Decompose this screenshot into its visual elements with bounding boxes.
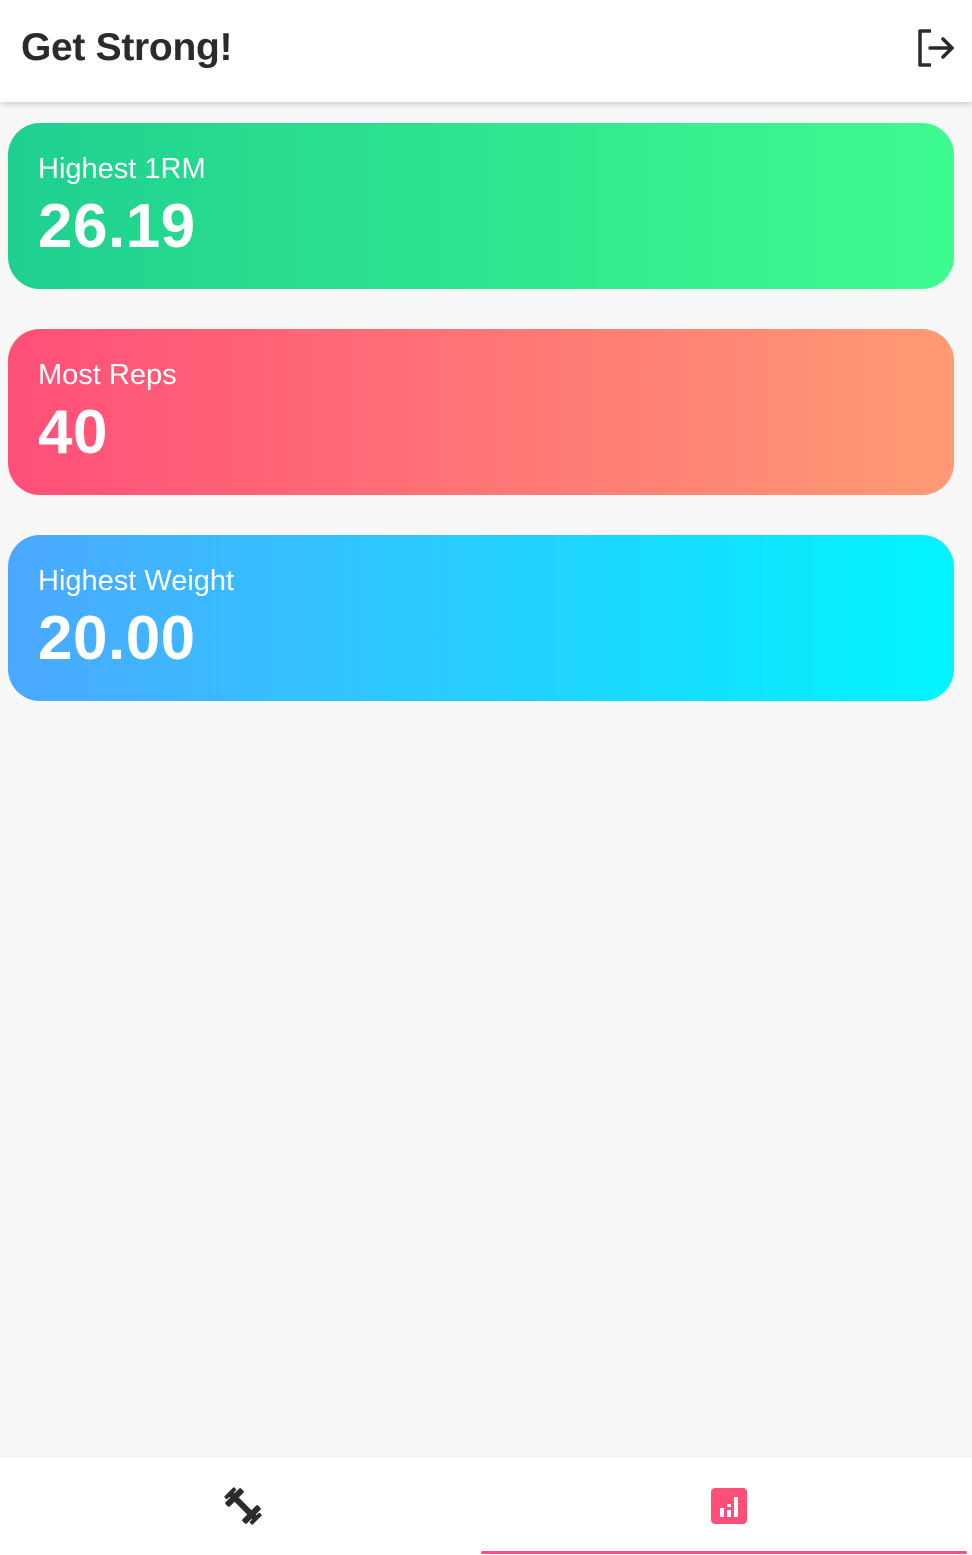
card-value: 40 bbox=[38, 398, 108, 467]
page-title: Get Strong! bbox=[21, 26, 233, 69]
logout-icon bbox=[918, 29, 954, 67]
app-bar: Get Strong! bbox=[0, 0, 972, 102]
highest-1rm-card: Highest 1RM 26.19 bbox=[8, 123, 954, 289]
card-value: 20.00 bbox=[38, 604, 196, 673]
highest-weight-card: Highest Weight 20.00 bbox=[8, 535, 954, 701]
dumbbell-icon bbox=[224, 1487, 262, 1525]
nav-item-stats[interactable] bbox=[486, 1457, 972, 1555]
nav-item-workouts[interactable] bbox=[0, 1457, 486, 1555]
card-value: 26.19 bbox=[38, 192, 196, 261]
bar-chart-icon bbox=[711, 1488, 747, 1524]
most-reps-card: Most Reps 40 bbox=[8, 329, 954, 495]
logout-button[interactable] bbox=[914, 26, 958, 70]
bottom-nav bbox=[0, 1456, 972, 1555]
card-label: Highest 1RM bbox=[38, 153, 206, 185]
card-label: Highest Weight bbox=[38, 565, 235, 597]
card-label: Most Reps bbox=[38, 359, 177, 391]
